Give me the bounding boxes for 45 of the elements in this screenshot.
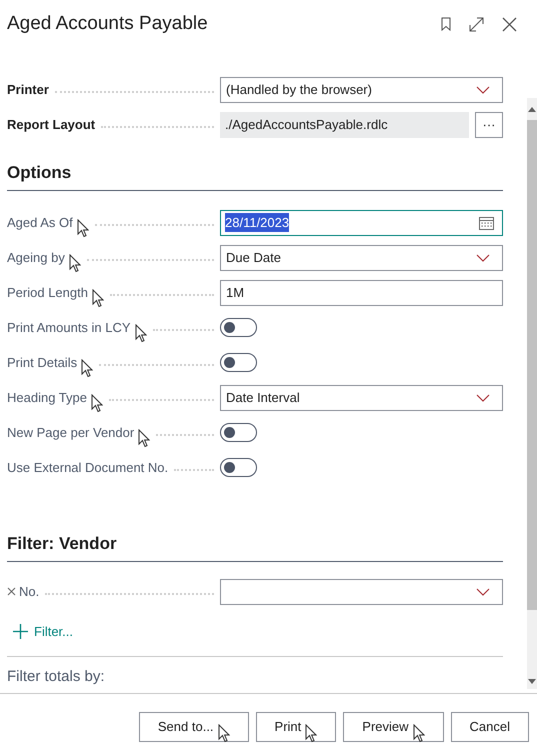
section-heading: Options: [7, 163, 72, 182]
field-label: Aged As Of: [7, 214, 73, 232]
field-label: Printer: [7, 80, 49, 99]
field-label: Heading Type: [7, 388, 87, 407]
dialog-button[interactable]: Preview: [343, 712, 444, 742]
filter-totals-label: Filter totals by:: [7, 668, 105, 684]
dialog-button[interactable]: Cancel: [450, 712, 529, 742]
scroll-down-icon[interactable]: [528, 679, 536, 685]
chevron-down-icon: [476, 588, 490, 596]
close-icon[interactable]: [502, 16, 517, 32]
field-label: No.: [19, 582, 40, 601]
plus-icon: [13, 624, 28, 640]
remove-icon[interactable]: [7, 587, 16, 596]
date-field[interactable]: 28/11/2023: [220, 210, 503, 236]
more-button[interactable]: ···: [475, 112, 503, 138]
dialog-button[interactable]: Print: [256, 712, 336, 742]
dropdown-field[interactable]: Date Interval: [220, 384, 503, 410]
input-field[interactable]: 1M: [220, 280, 503, 306]
field-label: New Page per Vendor: [7, 424, 134, 442]
bookmark-icon[interactable]: [441, 17, 451, 31]
readonly-field: ./AgedAccountsPayable.rdlc: [220, 112, 469, 138]
expand-icon[interactable]: [469, 16, 484, 32]
toggle-switch[interactable]: [220, 423, 257, 442]
field-label: Period Length: [7, 284, 88, 302]
dropdown-field[interactable]: Due Date: [220, 244, 503, 270]
dropdown-field[interactable]: [220, 578, 503, 604]
field-label: Ageing by: [7, 248, 65, 267]
dropdown-field[interactable]: (Handled by the browser): [220, 76, 503, 102]
scrollbar[interactable]: [527, 98, 537, 689]
scroll-up-icon[interactable]: [528, 106, 536, 112]
field-label: Report Layout: [7, 116, 96, 134]
toggle-switch[interactable]: [220, 458, 257, 477]
field-label: Use External Document No.: [7, 458, 168, 477]
field-label: Print Amounts in LCY: [7, 318, 131, 337]
chevron-down-icon: [476, 394, 490, 402]
field-label: Print Details: [7, 354, 78, 372]
calendar-icon: [479, 216, 494, 230]
section-heading: Filter: Vendor: [7, 534, 117, 553]
dialog-title: Aged Accounts Payable: [7, 12, 208, 36]
add-filter-link[interactable]: Filter...: [13, 622, 74, 642]
dialog-button[interactable]: Send to...: [138, 712, 249, 742]
toggle-switch[interactable]: [220, 353, 257, 372]
toggle-switch[interactable]: [220, 318, 257, 337]
chevron-down-icon: [476, 254, 490, 262]
chevron-down-icon: [476, 86, 490, 94]
